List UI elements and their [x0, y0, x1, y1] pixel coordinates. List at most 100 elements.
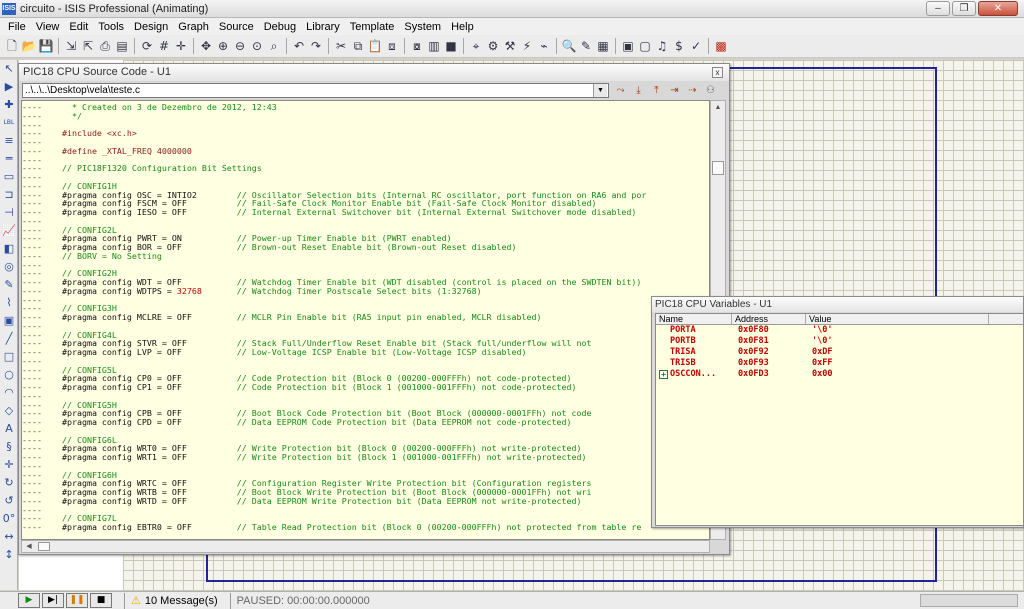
property-tool-icon[interactable]: ✎: [578, 38, 594, 54]
code-line[interactable]: ---- // BORV = No Setting: [22, 251, 709, 261]
symbol-icon[interactable]: §: [1, 439, 17, 455]
menu-help[interactable]: Help: [446, 21, 479, 33]
cut-icon[interactable]: ✂: [333, 38, 349, 54]
code-line[interactable]: ----: [22, 260, 709, 270]
play-icon[interactable]: ▶: [18, 593, 40, 608]
scroll-thumb[interactable]: [38, 542, 50, 551]
wire-label-icon[interactable]: LBL: [1, 115, 17, 131]
pin-icon[interactable]: ⊣: [1, 205, 17, 221]
remove-sheet-icon[interactable]: ▢: [637, 38, 653, 54]
code-line[interactable]: ---- #define _XTAL_FREQ 4000000: [22, 146, 709, 156]
scroll-thumb[interactable]: [712, 161, 724, 175]
pan-icon[interactable]: ✥: [198, 38, 214, 54]
mirror-y-icon[interactable]: ↕: [1, 547, 17, 563]
minimize-button[interactable]: –: [926, 1, 950, 16]
menu-debug[interactable]: Debug: [259, 21, 301, 33]
generator-icon[interactable]: ◎: [1, 259, 17, 275]
variable-row[interactable]: TRISA 0x0F92 0xDF: [656, 347, 1023, 358]
erc-icon[interactable]: ✓: [688, 38, 704, 54]
line-icon[interactable]: ╱: [1, 331, 17, 347]
code-line[interactable]: ---- #pragma config EBTR0 = OFF // Table…: [22, 523, 709, 532]
step-out-icon[interactable]: ⤒: [649, 83, 664, 98]
variable-row[interactable]: TRISB 0x0F93 0xFF: [656, 358, 1023, 369]
code-line[interactable]: ---- #pragma config LVP = OFF // Low-Vol…: [22, 348, 709, 357]
tape-icon[interactable]: ◧: [1, 241, 17, 257]
block-copy-icon[interactable]: ⧈: [384, 38, 400, 54]
probe-current-icon[interactable]: ⌇: [1, 295, 17, 311]
save-icon[interactable]: 💾: [38, 38, 54, 54]
variable-row[interactable]: + OSCCON... 0x0FD3 0x00: [656, 369, 1023, 380]
angle-field-icon[interactable]: 0°: [1, 511, 17, 527]
code-line[interactable]: ---- #pragma config WRTD = OFF // Data E…: [22, 496, 709, 506]
horizontal-scrollbar[interactable]: [920, 594, 1018, 607]
step-icon[interactable]: ▶|: [42, 593, 64, 608]
breakpoints-icon[interactable]: ⚇: [703, 83, 718, 98]
code-line[interactable]: ---- // PIC18F1320 Configuration Bit Set…: [22, 164, 709, 173]
code-line[interactable]: ----: [22, 356, 709, 366]
redo-icon[interactable]: ↷: [308, 38, 324, 54]
menu-edit[interactable]: Edit: [64, 21, 93, 33]
source-window-close-button[interactable]: x: [712, 67, 723, 78]
refresh-icon[interactable]: ⟳: [139, 38, 155, 54]
pause-icon[interactable]: ❚❚: [66, 593, 88, 608]
code-line[interactable]: ---- #pragma config CP1 = OFF // Code Pr…: [22, 383, 709, 392]
new-sheet-icon[interactable]: ▣: [620, 38, 636, 54]
toggle-breakpoint-icon[interactable]: ⇢: [685, 83, 700, 98]
origin-icon[interactable]: ✛: [173, 38, 189, 54]
column-header-address[interactable]: Address: [732, 314, 806, 324]
undo-icon[interactable]: ↶: [291, 38, 307, 54]
terminal-icon[interactable]: ⊐: [1, 187, 17, 203]
code-line[interactable]: ---- #pragma config WRT1 = OFF // Write …: [22, 453, 709, 462]
circle-icon[interactable]: ○: [1, 367, 17, 383]
zoom-area-icon[interactable]: ⌕: [266, 38, 282, 54]
path-icon[interactable]: ◇: [1, 403, 17, 419]
column-header-name[interactable]: Name: [656, 314, 732, 324]
select-icon[interactable]: ↖: [1, 61, 17, 77]
variable-row[interactable]: PORTA 0x0F80 '\0': [656, 325, 1023, 336]
packaging-icon[interactable]: ⚒: [502, 38, 518, 54]
menu-template[interactable]: Template: [345, 21, 400, 33]
decompose-icon[interactable]: ⚡: [519, 38, 535, 54]
search-icon[interactable]: 🔍: [561, 38, 577, 54]
code-line[interactable]: ---- #pragma config CPD = OFF // Data EE…: [22, 418, 709, 427]
code-line[interactable]: ----: [22, 216, 709, 226]
run-to-cursor-icon[interactable]: ⇥: [667, 83, 682, 98]
menu-design[interactable]: Design: [129, 21, 173, 33]
code-line[interactable]: ---- */: [22, 111, 709, 121]
chevron-down-icon[interactable]: ▼: [593, 84, 607, 97]
stop-icon[interactable]: ■: [90, 593, 112, 608]
cpu-variables-window[interactable]: PIC18 CPU Variables - U1 Name Address Va…: [651, 296, 1024, 528]
zoom-out-icon[interactable]: ⊖: [232, 38, 248, 54]
variables-table[interactable]: Name Address Value PORTA 0x0F80 '\0' PORTB 0…: [655, 313, 1024, 526]
import-icon[interactable]: ⇲: [63, 38, 79, 54]
code-line[interactable]: ---- * Created on 3 de Dezembro de 2012,…: [22, 103, 709, 112]
pick-device-icon[interactable]: ⌖: [468, 38, 484, 54]
make-device-icon[interactable]: ⚙: [485, 38, 501, 54]
code-line[interactable]: ----: [22, 461, 709, 471]
rotate-cw-icon[interactable]: ↻: [1, 475, 17, 491]
grid-icon[interactable]: #: [156, 38, 172, 54]
expand-plus-icon[interactable]: +: [659, 370, 668, 379]
source-horizontal-scrollbar[interactable]: ◀: [21, 540, 710, 553]
block-rotate-icon[interactable]: ▥: [426, 38, 442, 54]
subcircuit-icon[interactable]: ▭: [1, 169, 17, 185]
code-line[interactable]: ---- #pragma config WDTPS = 32768 // Wat…: [22, 286, 709, 296]
junction-icon[interactable]: ✚: [1, 97, 17, 113]
messages-button[interactable]: ⚠ 10 Message(s): [124, 592, 218, 609]
goto-sheet-icon[interactable]: ♫: [654, 38, 670, 54]
new-icon[interactable]: 🗋: [4, 38, 20, 54]
export-icon[interactable]: ⇱: [80, 38, 96, 54]
probe-voltage-icon[interactable]: ✎: [1, 277, 17, 293]
bus-icon[interactable]: ═: [1, 151, 17, 167]
code-line[interactable]: ----: [22, 321, 709, 331]
menu-system[interactable]: System: [399, 21, 446, 33]
wire-autorouter-icon[interactable]: ⌁: [536, 38, 552, 54]
text-icon[interactable]: A: [1, 421, 17, 437]
scroll-up-icon[interactable]: ▲: [711, 101, 725, 115]
marker-icon[interactable]: ✛: [1, 457, 17, 473]
mirror-x-icon[interactable]: ↔: [1, 529, 17, 545]
menu-view[interactable]: View: [31, 21, 65, 33]
source-code-view[interactable]: ---- * Created on 3 de Dezembro de 2012,…: [21, 100, 710, 540]
menu-library[interactable]: Library: [301, 21, 345, 33]
code-line[interactable]: ---- #include <xc.h>: [22, 129, 709, 138]
